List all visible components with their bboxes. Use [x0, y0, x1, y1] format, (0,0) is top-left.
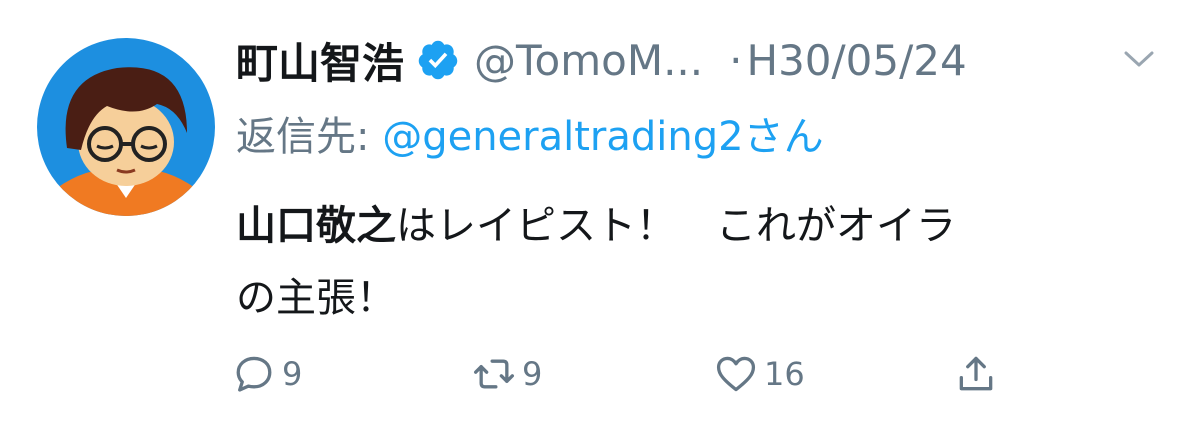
retweet-button[interactable]: 9: [472, 344, 542, 404]
reply-count: 9: [282, 355, 303, 393]
separator-dot: ·: [729, 35, 743, 85]
avatar[interactable]: [37, 38, 215, 216]
like-icon: [716, 356, 756, 392]
reply-to-label: 返信先:: [236, 114, 370, 160]
tweet-header: 町山智浩 @TomoM... · H30/05/24: [236, 30, 1156, 90]
share-button[interactable]: [954, 344, 998, 404]
reply-icon: [236, 356, 272, 392]
tweet-text-line2: の主張！: [236, 275, 396, 321]
tweet-text: 山口敬之はレイピスト！ これがオイラ の主張！: [236, 190, 1156, 334]
reply-to-mention[interactable]: @generaltrading2: [382, 114, 743, 160]
author-handle[interactable]: @TomoM...: [474, 36, 703, 85]
retweet-count: 9: [522, 355, 543, 393]
chevron-down-icon[interactable]: [1122, 44, 1156, 74]
tweet-text-line1: はレイピスト！ これがオイラ: [396, 203, 956, 249]
like-count: 16: [764, 355, 805, 393]
tweet-date[interactable]: H30/05/24: [747, 36, 967, 85]
share-icon: [959, 356, 993, 391]
reply-to-suffix: さん: [743, 114, 824, 160]
tweet-text-bold: 山口敬之: [236, 203, 396, 249]
retweet-icon: [474, 359, 514, 389]
author-name[interactable]: 町山智浩: [236, 30, 404, 91]
reply-to-line: 返信先: @generaltrading2さん: [236, 104, 824, 162]
like-button[interactable]: 16: [714, 344, 805, 404]
reply-button[interactable]: 9: [232, 344, 302, 404]
tweet-actions: 9 9 16: [232, 344, 1032, 404]
verified-badge-icon: [416, 38, 460, 82]
avatar-image: [37, 38, 215, 216]
